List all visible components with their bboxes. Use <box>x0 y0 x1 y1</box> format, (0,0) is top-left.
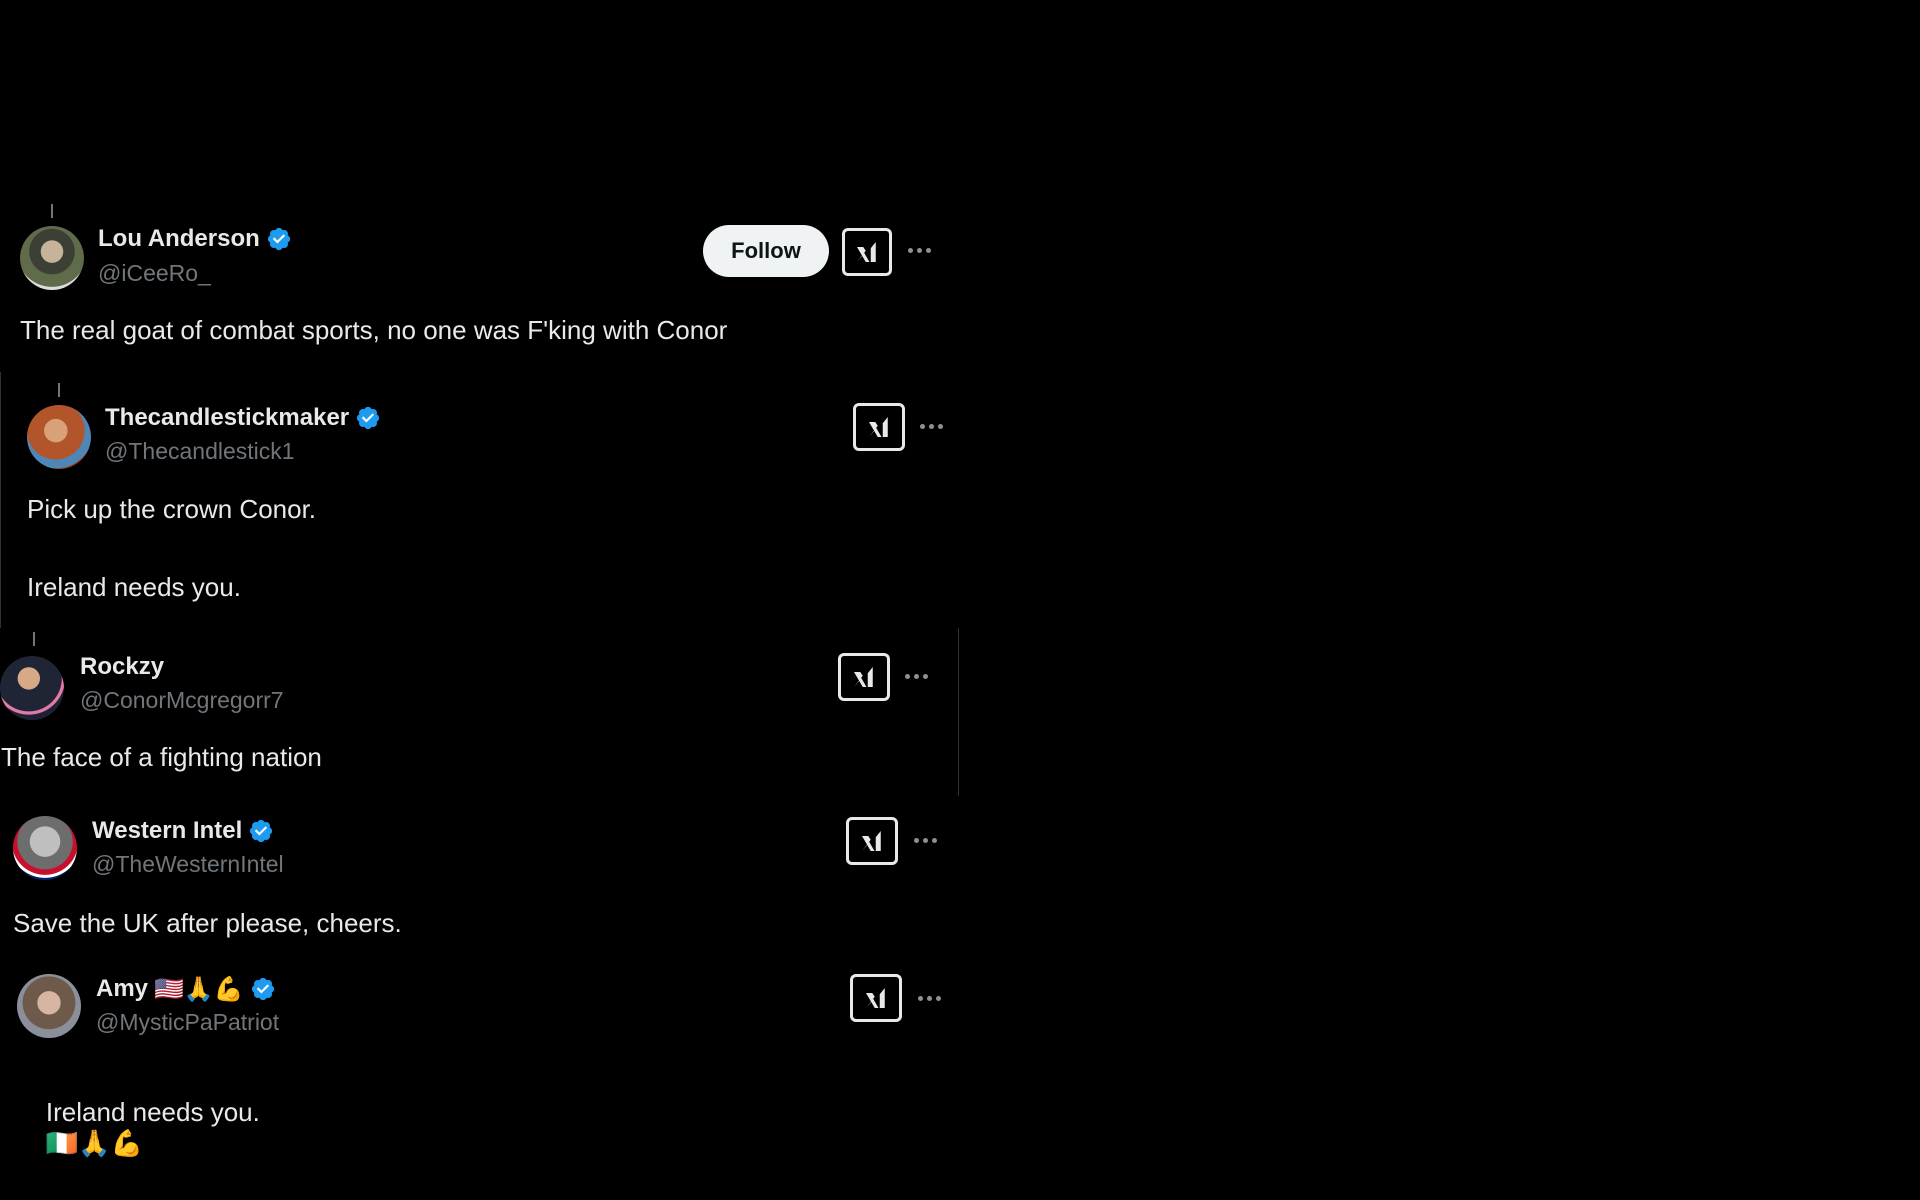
more-options-icon <box>914 837 919 843</box>
handle[interactable]: @Thecandlestick1 <box>105 438 295 465</box>
post-text: Save the UK after please, cheers. <box>13 908 402 938</box>
handle[interactable]: @TheWesternIntel <box>92 851 284 878</box>
more-options-button[interactable] <box>920 416 943 436</box>
display-name[interactable]: Amy <box>96 975 148 1003</box>
post-rockzy: Rockzy @ConorMcgregorr7 The face of a fi… <box>0 628 960 798</box>
display-name[interactable]: Lou Anderson <box>98 225 260 253</box>
grok-button[interactable] <box>842 228 892 276</box>
post-text-wrapper: Ireland needs you. 🇮🇪🙏💪 <box>17 1066 260 1192</box>
more-options-icon <box>918 995 923 1001</box>
grok-icon <box>857 826 887 856</box>
avatar[interactable] <box>20 226 84 290</box>
grok-icon <box>864 412 894 442</box>
handle[interactable]: @MysticPaPatriot <box>96 1009 279 1036</box>
more-options-button[interactable] <box>918 988 941 1008</box>
post-thecandlestickmaker: Thecandlestickmaker @Thecandlestick1 Pic… <box>0 370 960 630</box>
verified-badge-icon <box>248 818 274 844</box>
more-options-icon <box>905 673 910 679</box>
display-name[interactable]: Western Intel <box>92 817 242 845</box>
name-emojis: 🇺🇸🙏💪 <box>154 975 244 1003</box>
handle[interactable]: @iCeeRo_ <box>98 260 211 287</box>
handle[interactable]: @ConorMcgregorr7 <box>80 687 284 714</box>
grok-button[interactable] <box>850 974 902 1022</box>
verified-badge-icon <box>355 405 381 431</box>
display-name[interactable]: Thecandlestickmaker <box>105 404 349 432</box>
verified-badge-icon <box>266 226 292 252</box>
avatar[interactable] <box>0 656 64 720</box>
post-text-line-2: Ireland needs you. <box>27 572 241 602</box>
grok-icon <box>849 662 879 692</box>
thread-line <box>33 632 35 646</box>
verified-badge-icon <box>250 976 276 1002</box>
avatar[interactable] <box>17 974 81 1038</box>
post-text: The face of a fighting nation <box>1 742 322 772</box>
more-options-button[interactable] <box>908 240 931 260</box>
grok-button[interactable] <box>838 653 890 701</box>
post-western-intel: Western Intel @TheWesternIntel Save the … <box>0 798 960 958</box>
more-options-icon <box>920 423 925 429</box>
more-options-icon <box>908 247 913 253</box>
display-name[interactable]: Rockzy <box>80 653 164 681</box>
grok-button[interactable] <box>846 817 898 865</box>
more-options-button[interactable] <box>905 666 928 686</box>
post-text-line-1: Pick up the crown Conor. <box>27 494 317 524</box>
grok-icon <box>861 983 891 1013</box>
avatar[interactable] <box>27 405 91 469</box>
post-text-emojis: 🇮🇪🙏💪 <box>45 1129 144 1160</box>
avatar[interactable] <box>13 816 77 880</box>
post-lou-anderson: Lou Anderson @iCeeRo_ Follow The real go… <box>0 0 960 370</box>
post-amy: Amy 🇺🇸🙏💪 @MysticPaPatriot Ireland needs … <box>0 958 960 1159</box>
more-options-button[interactable] <box>914 830 937 850</box>
post-text: Ireland needs you. <box>45 1097 260 1128</box>
post-text: The real goat of combat sports, no one w… <box>20 315 728 345</box>
follow-button[interactable]: Follow <box>703 225 829 277</box>
grok-icon <box>852 237 882 267</box>
thread-line <box>51 204 53 218</box>
grok-button[interactable] <box>853 403 905 451</box>
thread-line <box>58 383 60 397</box>
